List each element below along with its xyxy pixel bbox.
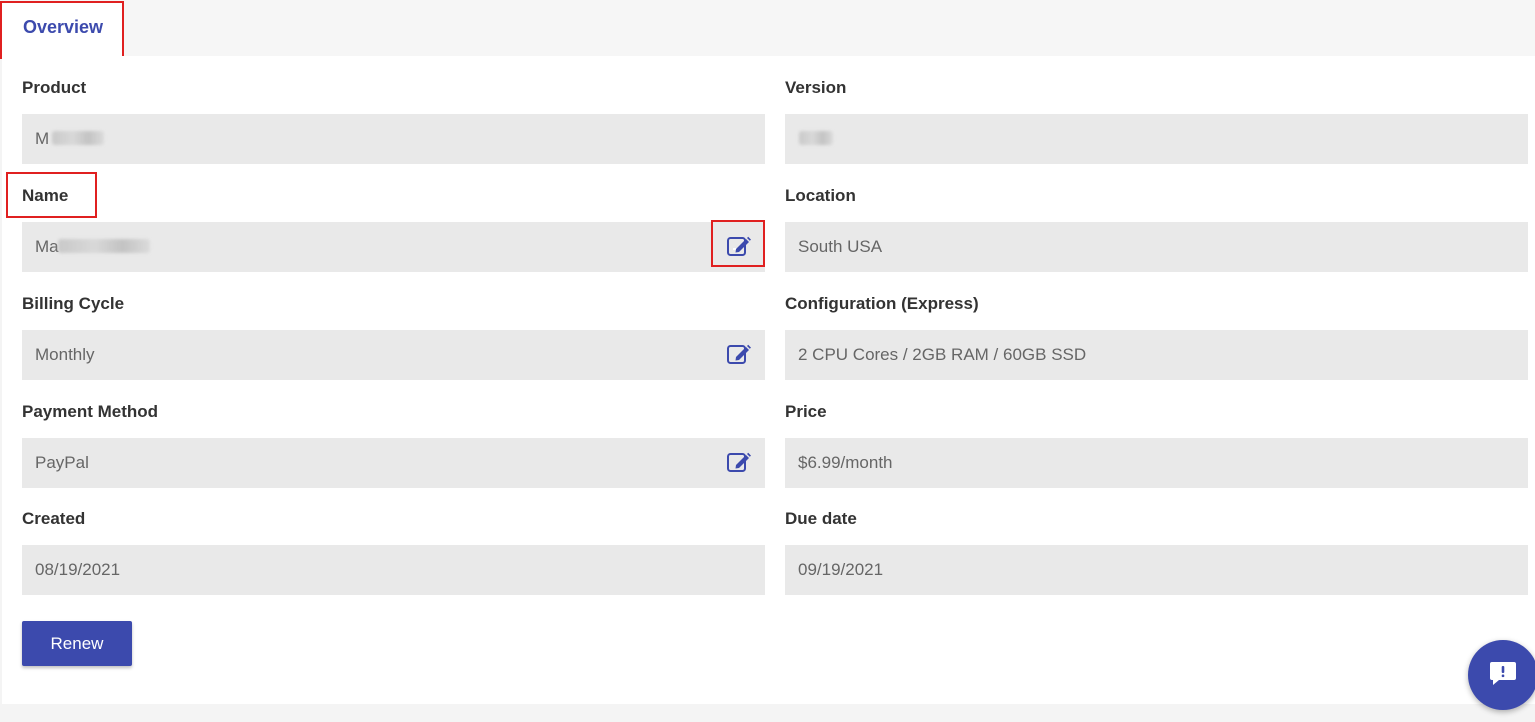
due-date-label: Due date bbox=[785, 509, 857, 528]
overview-panel: Product M Name Ma Billing Cycle Monthly … bbox=[2, 56, 1535, 704]
location-value-box: South USA bbox=[785, 222, 1528, 272]
configuration-value-box: 2 CPU Cores / 2GB RAM / 60GB SSD bbox=[785, 330, 1528, 380]
product-label: Product bbox=[22, 78, 87, 97]
payment-method-value-box: PayPal bbox=[22, 438, 765, 488]
payment-method-label: Payment Method bbox=[22, 402, 159, 421]
billing-cycle-label: Billing Cycle bbox=[22, 294, 125, 313]
edit-billing-cycle-icon[interactable] bbox=[725, 340, 753, 368]
created-value-box: 08/19/2021 bbox=[22, 545, 765, 595]
billing-cycle-value-box: Monthly bbox=[22, 330, 765, 380]
version-redaction bbox=[799, 131, 833, 145]
name-field: Name Ma bbox=[22, 164, 765, 272]
created-value: 08/19/2021 bbox=[35, 560, 121, 579]
product-field: Product M bbox=[22, 56, 765, 164]
location-field: Location South USA bbox=[785, 164, 1528, 272]
due-date-value: 09/19/2021 bbox=[798, 560, 884, 579]
price-value-box: $6.99/month bbox=[785, 438, 1528, 488]
product-redaction bbox=[52, 131, 104, 145]
product-value-box: M bbox=[22, 114, 765, 164]
billing-cycle-value: Monthly bbox=[35, 345, 95, 364]
name-value: Ma bbox=[35, 237, 59, 256]
price-value: $6.99/month bbox=[798, 453, 893, 472]
billing-cycle-field: Billing Cycle Monthly bbox=[22, 272, 765, 380]
tab-bar: Overview bbox=[0, 0, 1535, 59]
created-label: Created bbox=[22, 509, 86, 528]
name-redaction bbox=[58, 239, 150, 253]
highlight-box-name-label bbox=[6, 172, 97, 218]
chat-alert-icon bbox=[1488, 659, 1518, 692]
renew-button[interactable]: Renew bbox=[22, 621, 132, 666]
price-field: Price $6.99/month bbox=[785, 380, 1528, 488]
created-field: Created 08/19/2021 bbox=[22, 487, 765, 595]
name-value-box: Ma bbox=[22, 222, 765, 272]
price-label: Price bbox=[785, 402, 827, 421]
version-field: Version bbox=[785, 56, 1528, 164]
product-value: M bbox=[35, 129, 50, 148]
edit-payment-method-icon[interactable] bbox=[725, 448, 753, 476]
version-label: Version bbox=[785, 78, 847, 97]
highlight-box-edit-name bbox=[711, 220, 765, 267]
location-value: South USA bbox=[798, 237, 883, 256]
configuration-value: 2 CPU Cores / 2GB RAM / 60GB SSD bbox=[798, 345, 1087, 364]
highlight-box-overview bbox=[0, 1, 124, 59]
due-date-field: Due date 09/19/2021 bbox=[785, 487, 1528, 595]
location-label: Location bbox=[785, 186, 856, 205]
payment-method-value: PayPal bbox=[35, 453, 89, 472]
payment-method-field: Payment Method PayPal bbox=[22, 380, 765, 488]
chat-button[interactable] bbox=[1468, 640, 1535, 710]
configuration-label: Configuration (Express) bbox=[785, 294, 979, 313]
version-value-box bbox=[785, 114, 1528, 164]
due-date-value-box: 09/19/2021 bbox=[785, 545, 1528, 595]
configuration-field: Configuration (Express) 2 CPU Cores / 2G… bbox=[785, 272, 1528, 380]
